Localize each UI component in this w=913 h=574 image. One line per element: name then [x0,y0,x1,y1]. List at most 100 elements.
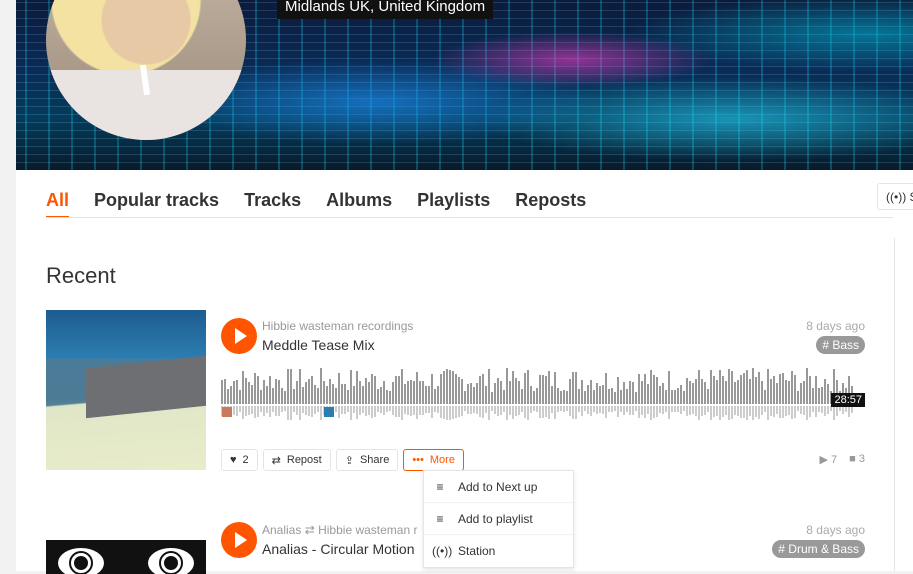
plays-stat: ▶ 7 [820,453,838,466]
waveform-reflection-bar [314,406,316,414]
track-title[interactable]: Analias - Circular Motion [262,541,415,557]
track-artwork[interactable] [46,514,206,574]
track-uploader[interactable]: Hibbie wasteman recordings [262,319,413,333]
waveform-bar [671,390,673,404]
waveform-reflection-bar [788,406,790,415]
waveform-reflection-bar [680,406,682,414]
waveform-bar [425,386,427,404]
waveform-reflection-bar [767,406,769,420]
waveform-reflection-bar [764,406,766,412]
waveform[interactable] [221,368,865,420]
waveform-bar [416,372,418,404]
waveform-reflection-bar [428,406,430,413]
play-button[interactable] [221,522,257,558]
artwork-building [86,355,206,419]
more-menu: ≡ Add to Next up ≡ Add to playlist ((•))… [423,470,574,568]
waveform-reflection-bar [239,406,241,412]
waveform-reflection-bar [353,406,355,413]
waveform-bar [779,374,781,404]
waveform-bar [338,373,340,404]
share-button[interactable]: ⇪ Share [335,449,399,471]
tab-all[interactable]: All [46,190,70,218]
menu-item-add-to-playlist[interactable]: ≡ Add to playlist [424,503,573,535]
tab-albums[interactable]: Albums [326,190,392,218]
station-button-label: S [910,190,913,204]
waveform-bar [548,371,550,404]
track-artwork[interactable] [46,310,206,470]
tab-playlists[interactable]: Playlists [417,190,490,218]
waveform-bar [419,381,421,404]
waveform-reflection-bar [647,406,649,414]
comment-avatar[interactable] [222,407,232,417]
waveform-bar [383,381,385,404]
waveform-reflection-bar [284,406,286,411]
track-tag[interactable]: # Drum & Bass [772,540,865,558]
comment-avatar[interactable] [324,407,334,417]
play-count-icon: ▶ [819,454,828,466]
waveform-bar [227,389,229,404]
add-to-playlist-icon: ≡ [436,511,444,526]
waveform-bar [791,371,793,404]
waveform-bar [272,388,274,404]
waveform-reflection-bar [305,406,307,415]
waveform-reflection-bar [821,406,823,413]
waveform-bar [749,379,751,404]
waveform-reflection-bar [350,406,352,420]
waveform-reflection-bar [275,406,277,416]
waveform-bar [644,374,646,404]
menu-item-station[interactable]: ((•)) Station [424,535,573,567]
track-uploader[interactable]: Analias [262,523,301,537]
track-tag[interactable]: # Bass [816,336,865,354]
play-button[interactable] [221,318,257,354]
waveform-reflection-bar [779,406,781,418]
menu-item-add-to-next-up[interactable]: ≡ Add to Next up [424,471,573,503]
waveform-bar [773,376,775,404]
profile-avatar[interactable] [46,0,246,140]
waveform-bar [482,374,484,404]
waveform-bar [347,390,349,404]
waveform-bar [545,376,547,404]
waveform-bar [296,381,298,404]
waveform-bar [578,389,580,404]
waveform-reflection-bar [707,406,709,412]
waveform-reflection-bar [299,406,301,420]
waveform-reflection-bar [644,406,646,418]
waveform-bar [797,391,799,404]
track-reposter[interactable]: Hibbie wasteman r [318,523,417,537]
waveform-reflection-bar [611,406,613,412]
waveform-reflection-bar [308,406,310,416]
tab-popular-tracks[interactable]: Popular tracks [94,190,219,218]
waveform-reflection-bar [620,406,622,412]
menu-item-label: Station [458,544,496,558]
waveform-bar [710,370,712,404]
waveform-reflection-bar [335,406,337,412]
waveform-reflection-bar [404,406,406,414]
waveform-reflection-bar [260,406,262,412]
station-button[interactable]: ((•)) S [877,183,913,210]
waveform-bar [602,385,604,404]
waveform-reflection-bar [734,406,736,415]
waveform-reflection-bar [743,406,745,418]
track-uploader-line: Analias ⇄ Hibbie wasteman r [262,523,417,537]
waveform-bar [527,370,529,404]
waveform-bar [431,374,433,404]
like-button[interactable]: ♥ 2 [221,449,258,471]
more-button[interactable]: ••• More [403,449,464,471]
waveform-reflection-bar [440,406,442,418]
track-title[interactable]: Meddle Tease Mix [262,337,375,353]
waveform-bar [245,378,247,404]
tab-reposts[interactable]: Reposts [515,190,586,218]
waveform-bar [377,389,379,404]
waveform-bar [386,390,388,404]
waveform-reflection-bar [686,406,688,416]
tab-tracks[interactable]: Tracks [244,190,301,218]
waveform-bar [581,380,583,404]
waveform-reflection-bar [266,406,268,413]
waveform-bar [566,391,568,404]
repost-button[interactable]: ⇄ Repost [262,449,331,471]
waveform-bar [266,386,268,404]
waveform-reflection-bar [482,406,484,418]
waveform-bar [293,389,295,404]
waveform-reflection-bar [485,406,487,413]
waveform-bar [554,372,556,404]
